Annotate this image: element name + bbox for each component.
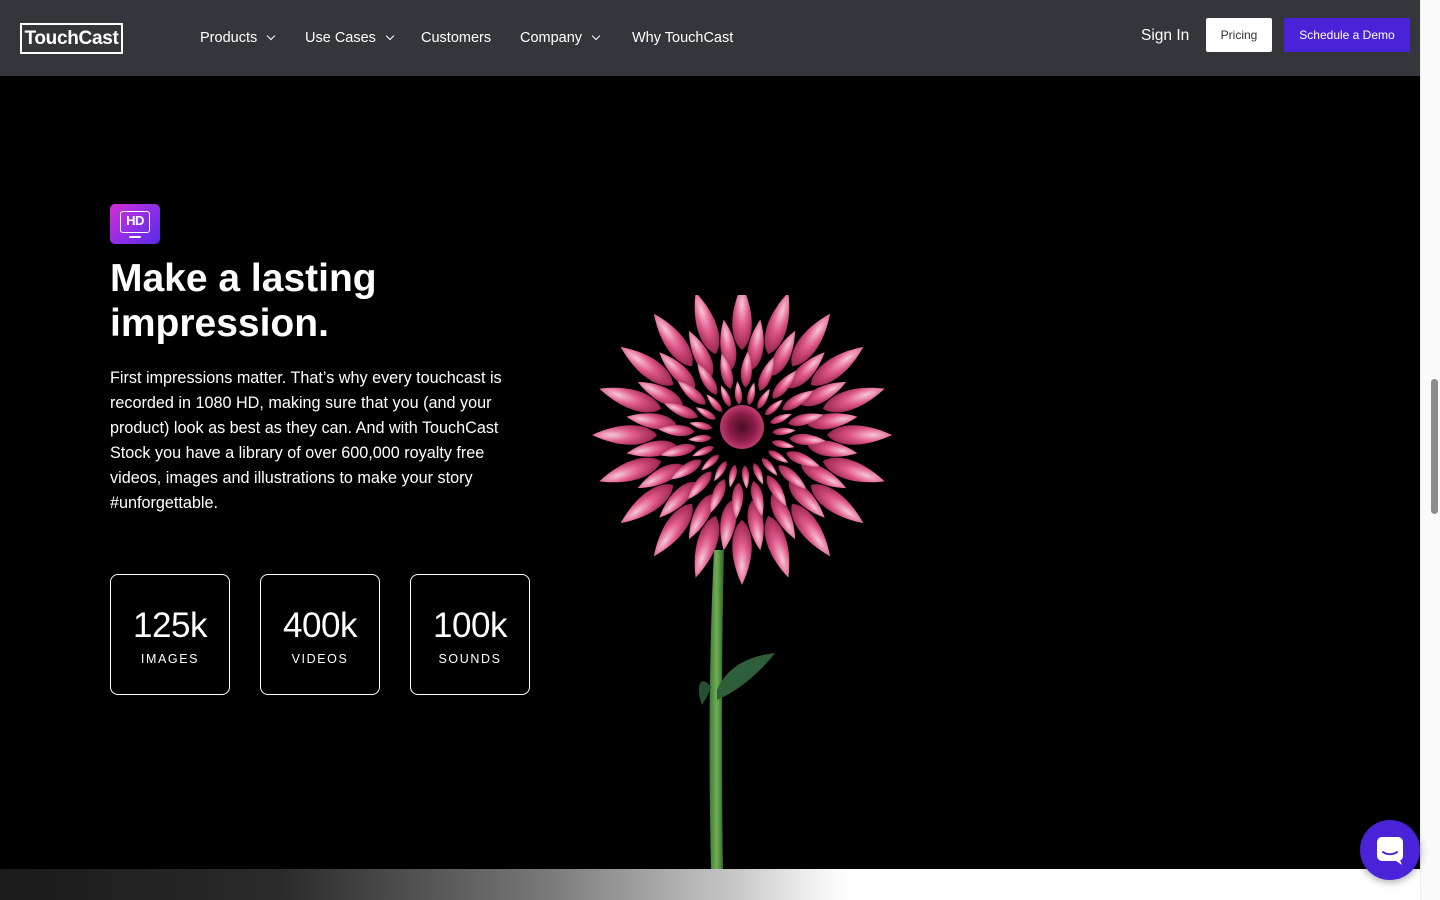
touchcast-logo[interactable]: TouchCast [20,23,123,54]
nav-customers-label: Customers [421,30,492,46]
stat-label: SOUNDS [438,651,502,666]
nav-products[interactable]: Products [200,28,276,48]
stat-card-videos: 400k VIDEOS [260,574,380,695]
hero-headline: Make a lasting impression. [110,256,530,346]
hd-icon: HD [110,204,160,244]
stat-card-images: 125k IMAGES [110,574,230,695]
top-nav: TouchCast Products Use Cases Customers C… [0,0,1420,76]
scrollbar-thumb[interactable] [1431,379,1438,514]
nav-company[interactable]: Company [520,28,601,48]
chevron-down-icon [591,31,601,41]
stat-card-sounds: 100k SOUNDS [410,574,530,695]
schedule-demo-button[interactable]: Schedule a Demo [1284,18,1410,52]
chat-launcher-button[interactable] [1360,820,1420,880]
dahlia-flower-image [592,295,892,869]
hero-headline-line2: impression. [110,302,329,345]
nav-products-label: Products [200,30,258,46]
chevron-down-icon [385,31,395,41]
nav-use-cases[interactable]: Use Cases [305,28,395,48]
pricing-button[interactable]: Pricing [1206,18,1272,52]
nav-why-touchcast-label: Why TouchCast [632,30,734,46]
nav-why-touchcast[interactable]: Why TouchCast [632,28,733,48]
stat-value: 100k [433,605,507,645]
sign-in-link[interactable]: Sign In [1141,27,1189,45]
next-section-preview [0,869,1420,900]
chevron-down-icon [266,31,276,41]
nav-use-cases-label: Use Cases [305,30,376,46]
chat-icon [1377,837,1403,865]
stat-label: VIDEOS [291,651,349,666]
stat-label: IMAGES [140,651,200,666]
nav-company-label: Company [520,30,583,46]
nav-customers[interactable]: Customers [421,28,491,48]
hero-headline-line1: Make a lasting [110,257,377,300]
hd-badge-stand [129,236,141,238]
stat-value: 400k [283,605,357,645]
hd-badge-text: HD [120,211,150,233]
stat-value: 125k [133,605,207,645]
hero-body-text: First impressions matter. That’s why eve… [110,369,502,512]
